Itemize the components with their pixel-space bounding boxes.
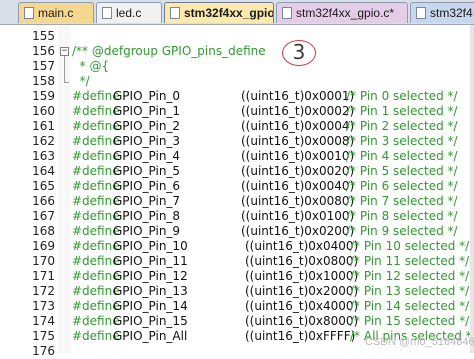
macro-comment: /* Pin 8 selected */ [346,209,458,223]
macro-comment: /* Pin 6 selected */ [346,179,458,193]
line-number: 159 [32,89,55,103]
macro-value: ((uint16_t)0x0100) [241,209,355,223]
line-number: 162 [32,134,55,148]
macro-name: GPIO_Pin_2 [113,119,181,133]
file-icon [24,7,34,19]
vertical-scrollbar[interactable] [470,25,474,353]
macro-name: GPIO_Pin_13 [113,284,188,298]
fold-end-marker [64,82,69,83]
macro-value: ((uint16_t)0x0080) [241,194,355,208]
tab-label: led.c [116,6,142,20]
macro-name: GPIO_Pin_7 [113,194,181,208]
macro-value: ((uint16_t)0x0004) [241,119,355,133]
line-number: 166 [32,194,55,208]
macro-comment: /* Pin 10 selected */ [350,239,470,253]
macro-comment: /* Pin 4 selected */ [346,149,458,163]
file-icon [170,7,180,19]
macro-name: GPIO_Pin_1 [113,104,181,118]
macro-comment: /* Pin 3 selected */ [346,134,458,148]
macro-name: GPIO_Pin_15 [113,314,188,328]
file-icon [102,7,112,19]
macro-name: GPIO_Pin_11 [113,254,188,268]
macro-comment: /* Pin 14 selected */ [350,299,470,313]
tab-label: stm32f4xx_gpio.c* [296,6,395,20]
line-number: 160 [32,104,55,118]
macro-value: ((uint16_t)0x0008) [241,134,355,148]
line-number: 155 [32,29,55,43]
macro-comment: /* Pin 15 selected */ [350,314,470,328]
line-number: 173 [32,299,55,313]
doc-comment: /** @defgroup GPIO_pins_define [72,44,266,58]
file-icon [282,7,292,19]
macro-comment: /* Pin 1 selected */ [346,104,458,118]
line-number: 170 [32,254,55,268]
line-number: 175 [32,329,55,343]
watermark: CSDN @m0_51648467 [365,336,474,348]
macro-name: GPIO_Pin_5 [113,164,181,178]
macro-value: ((uint16_t)0x0020) [241,164,355,178]
macro-name: GPIO_Pin_4 [113,149,181,163]
line-number: 156 [32,44,55,58]
macro-name: GPIO_Pin_12 [113,269,188,283]
line-number: 163 [32,149,55,163]
annotation-circled-number: 3 [282,40,316,66]
macro-name: GPIO_Pin_8 [113,209,181,223]
macro-value: ((uint16_t)0x0800) [245,254,359,268]
line-number: 158 [32,74,55,88]
line-number: 169 [32,239,55,253]
macro-value: ((uint16_t)0x0001) [241,89,355,103]
line-number: 168 [32,224,55,238]
line-number: 164 [32,164,55,178]
macro-value: ((uint16_t)0x0010) [241,149,355,163]
macro-name: GPIO_Pin_14 [113,299,188,313]
tab-label: stm32f4 [430,6,473,20]
fold-guide-line [64,56,65,82]
macro-value: ((uint16_t)0x8000) [245,314,359,328]
macro-value: ((uint16_t)0x0040) [241,179,355,193]
macro-value: ((uint16_t)0x0400) [245,239,359,253]
fold-collapse-icon[interactable]: − [60,47,69,56]
doc-comment: * @{ [72,59,110,73]
line-number-gutter: 155 156 157 158 159 160 161 162 163 164 165 166 167 1… [0,25,59,358]
editor-tab-bar: main.c led.c stm32f4xx_gpio.h stm32f4xx_… [0,0,474,25]
tab-main-c[interactable]: main.c [18,2,94,23]
macro-comment: /* Pin 13 selected */ [350,284,470,298]
macro-value: ((uint16_t)0x1000) [245,269,359,283]
line-number: 167 [32,209,55,223]
macro-comment: /* Pin 0 selected */ [346,89,458,103]
macro-name: GPIO_Pin_6 [113,179,181,193]
tab-label: stm32f4xx_gpio.h [184,6,274,20]
line-number: 161 [32,119,55,133]
macro-comment: /* Pin 12 selected */ [350,269,470,283]
file-icon [416,7,426,19]
tab-led-c[interactable]: led.c [96,2,162,23]
tab-stm32f4[interactable]: stm32f4 [410,2,474,23]
line-number: 157 [32,59,55,73]
tab-stm32f4xx-gpio-c[interactable]: stm32f4xx_gpio.c* [276,2,408,23]
macro-value: ((uint16_t)0x4000) [245,299,359,313]
macro-name: GPIO_Pin_All [113,329,188,343]
macro-value: ((uint16_t)0x2000) [245,284,359,298]
line-number: 171 [32,269,55,283]
macro-comment: /* Pin 9 selected */ [346,224,458,238]
macro-comment: /* Pin 7 selected */ [346,194,458,208]
doc-comment: */ [72,74,90,88]
tab-stm32f4xx-gpio-h[interactable]: stm32f4xx_gpio.h [164,2,274,23]
macro-name: GPIO_Pin_3 [113,134,181,148]
macro-value: ((uint16_t)0x0002) [241,104,355,118]
macro-name: GPIO_Pin_9 [113,224,181,238]
macro-comment: /* Pin 11 selected */ [350,254,470,268]
line-number: 176 [32,344,55,358]
line-number: 174 [32,314,55,328]
macro-comment: /* Pin 2 selected */ [346,119,458,133]
line-number: 165 [32,179,55,193]
tab-label: main.c [38,6,74,20]
line-number: 172 [32,284,55,298]
macro-name: GPIO_Pin_10 [113,239,188,253]
macro-value: ((uint16_t)0xFFFF) [245,329,356,343]
macro-name: GPIO_Pin_0 [113,89,181,103]
macro-value: ((uint16_t)0x0200) [241,224,355,238]
macro-comment: /* Pin 5 selected */ [346,164,458,178]
